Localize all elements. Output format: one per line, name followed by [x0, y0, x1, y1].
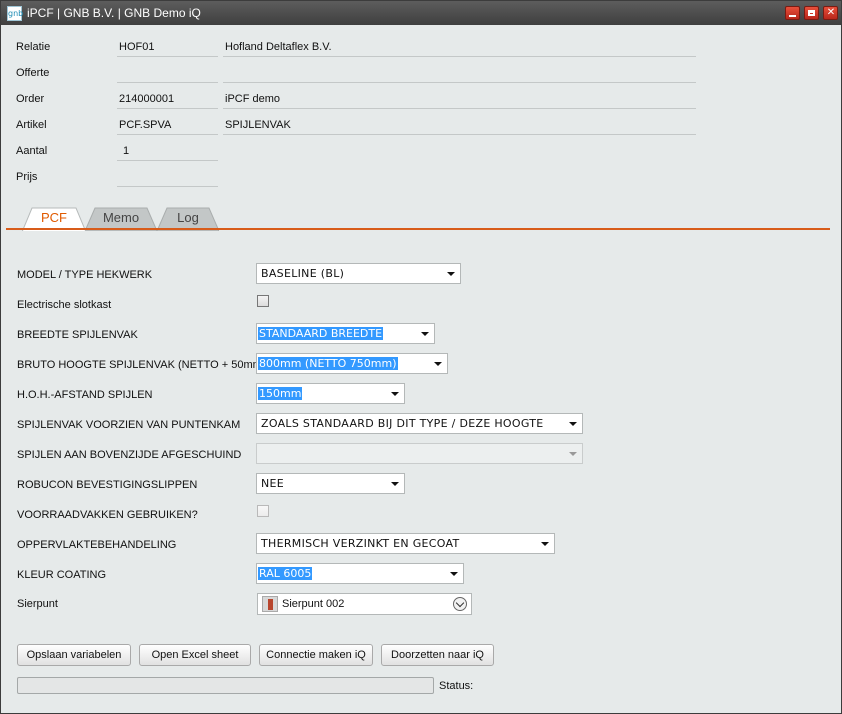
chevron-down-icon	[391, 482, 399, 486]
artikel-code-field[interactable]: PCF.SPVA	[117, 115, 218, 135]
window-title: iPCF | GNB B.V. | GNB Demo iQ	[27, 6, 201, 20]
opp-select[interactable]: THERMISCH VERZINKT EN GECOAT	[256, 533, 555, 554]
tab-memo-label: Memo	[102, 210, 140, 225]
chevron-down-icon	[391, 392, 399, 396]
prijs-field[interactable]	[117, 167, 218, 187]
kleur-label: KLEUR COATING	[17, 569, 107, 581]
chevron-down-icon	[541, 542, 549, 546]
maximize-icon	[808, 10, 815, 16]
chevron-down-icon[interactable]	[453, 597, 467, 611]
title-bar[interactable]: gnb iPCF | GNB B.V. | GNB Demo iQ ✕	[1, 1, 841, 25]
doorzetten-naar-iq-button[interactable]: Doorzetten naar iQ	[381, 644, 494, 666]
chevron-down-icon	[434, 362, 442, 366]
chevron-down-icon	[569, 452, 577, 456]
order-label: Order	[16, 93, 45, 105]
afgeschuind-label: SPIJLEN AAN BOVENZIJDE AFGESCHUIND	[17, 449, 242, 461]
tab-underline	[6, 228, 830, 230]
puntenkam-label: SPIJLENVAK VOORZIEN VAN PUNTENKAM	[17, 419, 241, 431]
opslaan-variabelen-button[interactable]: Opslaan variabelen	[17, 644, 131, 666]
voorraad-checkbox[interactable]	[257, 505, 269, 517]
close-button[interactable]: ✕	[823, 6, 838, 20]
connectie-maken-button[interactable]: Connectie maken iQ	[259, 644, 373, 666]
model-label: MODEL / TYPE HEKWERK	[17, 269, 153, 281]
maximize-button[interactable]	[804, 6, 819, 20]
order-desc-field[interactable]: iPCF demo	[223, 89, 696, 109]
progress-bar	[17, 677, 434, 694]
slotkast-checkbox[interactable]	[257, 295, 269, 307]
model-value: BASELINE (BL)	[261, 267, 345, 280]
robucon-select[interactable]: NEE	[256, 473, 405, 494]
offerte-desc-field[interactable]	[223, 63, 696, 83]
open-excel-sheet-button[interactable]: Open Excel sheet	[139, 644, 251, 666]
voorraad-label: VOORRAADVAKKEN GEBRUIKEN?	[17, 509, 198, 521]
sierpunt-select[interactable]: Sierpunt 002	[257, 593, 472, 615]
tab-pcf-label: PCF	[41, 210, 67, 225]
close-icon: ✕	[826, 7, 836, 18]
puntenkam-select[interactable]: ZOALS STANDAARD BIJ DIT TYPE / DEZE HOOG…	[256, 413, 583, 434]
breedte-select[interactable]: STANDAARD BREEDTE	[256, 323, 435, 344]
robucon-label: ROBUCON BEVESTIGINGSLIPPEN	[17, 479, 198, 491]
offerte-label: Offerte	[16, 67, 50, 79]
robucon-value: NEE	[261, 477, 285, 490]
minimize-icon	[789, 15, 796, 17]
sierpunt-thumbnail-icon	[262, 596, 278, 612]
prijs-label: Prijs	[16, 171, 38, 183]
opp-value: THERMISCH VERZINKT EN GECOAT	[261, 537, 460, 550]
app-window: gnb iPCF | GNB B.V. | GNB Demo iQ ✕ Rela…	[0, 0, 842, 714]
hoogte-label: BRUTO HOOGTE SPIJLENVAK (NETTO + 50mm)	[17, 359, 266, 371]
afgeschuind-select[interactable]	[256, 443, 583, 464]
hoogte-value: 800mm (NETTO 750mm)	[258, 357, 398, 370]
kleur-select[interactable]: RAL 6005	[256, 563, 464, 584]
relatie-code-field[interactable]: HOF01	[117, 37, 218, 57]
chevron-down-icon	[421, 332, 429, 336]
order-code-field[interactable]: 214000001	[117, 89, 218, 109]
opp-label: OPPERVLAKTEBEHANDELING	[17, 539, 177, 551]
breedte-value: STANDAARD BREEDTE	[258, 327, 384, 340]
hoh-label: H.O.H.-AFSTAND SPIJLEN	[17, 389, 153, 401]
minimize-button[interactable]	[785, 6, 800, 20]
aantal-field[interactable]: 1	[117, 141, 218, 161]
puntenkam-value: ZOALS STANDAARD BIJ DIT TYPE / DEZE HOOG…	[261, 417, 544, 430]
hoh-select[interactable]: 150mm	[256, 383, 405, 404]
chevron-down-icon	[447, 272, 455, 276]
model-select[interactable]: BASELINE (BL)	[256, 263, 461, 284]
tab-log-label: Log	[177, 210, 199, 225]
chevron-down-icon	[450, 572, 458, 576]
offerte-code-field[interactable]	[117, 63, 218, 83]
status-label: Status:	[439, 680, 474, 692]
relatie-desc-field[interactable]: Hofland Deltaflex B.V.	[223, 37, 696, 57]
artikel-desc-field[interactable]: SPIJLENVAK	[223, 115, 696, 135]
sierpunt-value: Sierpunt 002	[282, 598, 345, 610]
hoogte-select[interactable]: 800mm (NETTO 750mm)	[256, 353, 448, 374]
gnb-logo-icon: gnb	[7, 6, 23, 21]
sierpunt-label: Sierpunt	[17, 598, 58, 610]
artikel-label: Artikel	[16, 119, 47, 131]
chevron-down-icon	[569, 422, 577, 426]
slotkast-label: Electrische slotkast	[17, 299, 112, 311]
aantal-label: Aantal	[16, 145, 48, 157]
hoh-value: 150mm	[258, 387, 303, 400]
relatie-label: Relatie	[16, 41, 51, 53]
breedte-label: BREEDTE SPIJLENVAK	[17, 329, 138, 341]
kleur-value: RAL 6005	[258, 567, 313, 580]
